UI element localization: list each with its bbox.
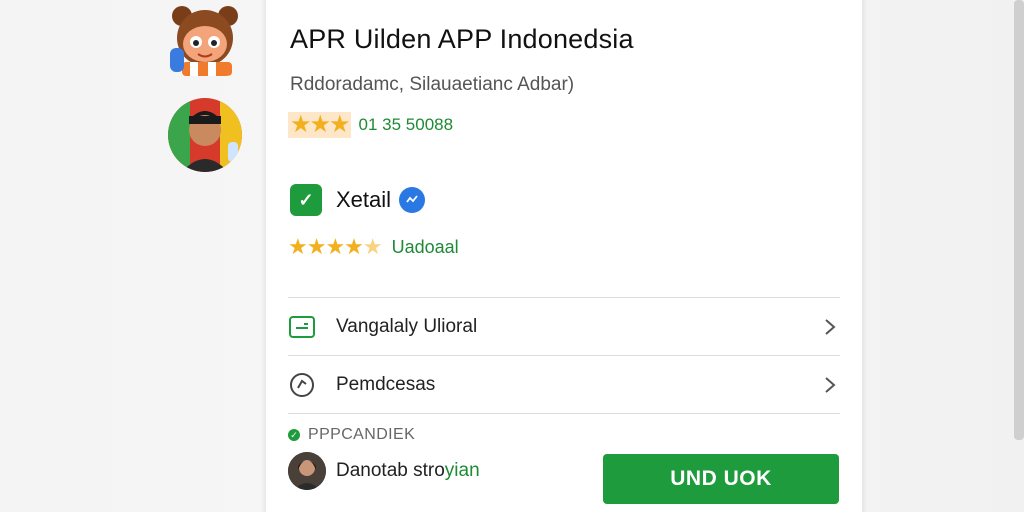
menu-item-label: Vangalaly Ulioral [336, 316, 478, 337]
app-subtitle: Rddoradamc, Silauaetianc Adbar) [290, 74, 575, 95]
checkmark-icon: ✓ [290, 184, 322, 216]
section-label: PPPCANDIEK [308, 426, 416, 443]
verified-label: Xetail [336, 187, 392, 212]
verified-row[interactable]: ✓ Xetail [290, 184, 426, 216]
star-rating-icon: ★★★ [288, 111, 351, 138]
checkmark-icon: ✓ [288, 429, 300, 441]
rating-row: ★★★ 01 35 50088 [288, 112, 453, 138]
secondary-rating-row: ★★★★★ Uadoaal [288, 234, 459, 260]
chevron-right-icon [820, 375, 840, 395]
rating-count: 01 35 50088 [358, 115, 454, 134]
user-avatar[interactable] [168, 98, 242, 172]
author-name: Danotab stroyian [336, 460, 480, 481]
mascot-icon [170, 6, 238, 76]
page: APR Uilden APP Indonedsia Rddoradamc, Si… [0, 0, 1024, 512]
divider [288, 355, 840, 356]
mascot-avatar[interactable] [168, 2, 242, 76]
app-detail-card: APR Uilden APP Indonedsia Rddoradamc, Si… [266, 0, 862, 512]
secondary-rating-label: Uadoaal [391, 236, 459, 257]
divider [288, 413, 840, 414]
scrollbar[interactable] [1014, 0, 1024, 440]
person-photo-icon [168, 98, 242, 172]
author-row[interactable]: Danotab stroyian [288, 452, 480, 490]
install-button[interactable]: UND UOK [603, 454, 839, 504]
section-header: ✓ PPPCANDIEK [288, 426, 415, 444]
card-icon [288, 313, 316, 341]
messenger-icon [399, 187, 426, 213]
app-title: APR Uilden APP Indonedsia [290, 24, 634, 54]
star-rating-icon: ★★★★★ [288, 234, 383, 259]
chevron-right-icon [820, 317, 840, 337]
person-photo-icon [288, 452, 326, 490]
menu-item-2[interactable]: Pemdcesas [288, 357, 840, 413]
divider [288, 297, 840, 298]
menu-item-label: Pemdcesas [336, 374, 436, 395]
menu-item-1[interactable]: Vangalaly Ulioral [288, 299, 840, 355]
refresh-icon [288, 371, 316, 399]
author-avatar [288, 452, 326, 490]
